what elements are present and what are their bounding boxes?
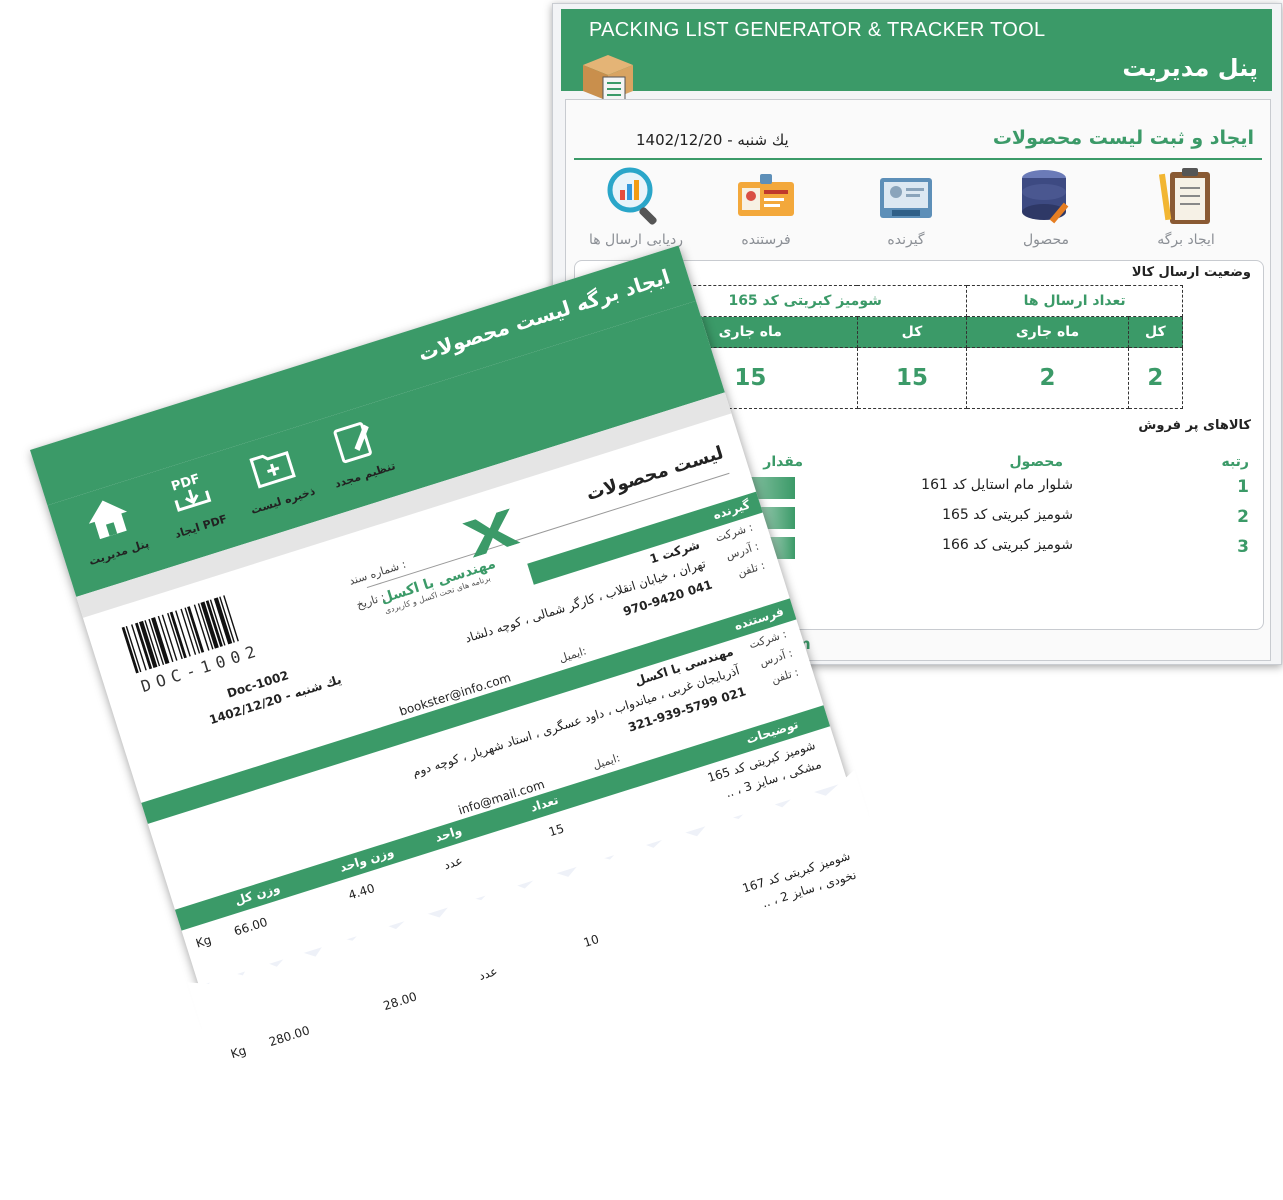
nav-product[interactable]: محصول (996, 166, 1096, 248)
kpi-total-header: کل (856, 316, 968, 348)
date-label: تاریخ : (354, 590, 387, 612)
nav-track-shipments[interactable]: ردیابی ارسال ها (586, 166, 686, 248)
nav-sender[interactable]: فرستنده (716, 166, 816, 248)
nav-label: ردیابی ارسال ها (588, 232, 684, 248)
best-header-qty: مقدار (763, 454, 803, 470)
cell-weight-unit: Kg (194, 932, 214, 951)
brand-logo: مهندسی با اکسل برنامه های تحت اکسل و کار… (379, 508, 539, 616)
nav-label: گیرنده (887, 232, 925, 248)
section-title: ایجاد و ثبت لیست محصولات (992, 127, 1254, 149)
best-seller-rank: 1 (1237, 477, 1249, 497)
sender-address-label: آدرس : (757, 646, 795, 670)
home-button[interactable]: پنل مدیریت (64, 487, 159, 571)
best-seller-rank: 2 (1237, 507, 1249, 527)
cell-weight-unit: Kg (228, 1043, 248, 1062)
save-list-button[interactable]: ذخیره لیست (228, 435, 323, 519)
cell-unit: عدد (476, 963, 500, 984)
cell-unit-weight: 4.40 (346, 881, 377, 903)
col-count: تعداد (528, 792, 561, 815)
sender-phone-label: تلفن : (769, 665, 801, 687)
best-seller-product: شومیز کبریتی کد 166 (942, 537, 1073, 553)
best-seller-rank: 3 (1237, 537, 1249, 557)
package-box-icon (583, 55, 633, 102)
cell-unit: عدد (442, 853, 465, 873)
current-date: يك شنبه - 1402/12/20 (636, 131, 789, 149)
best-header-rank: رتبه (1221, 454, 1249, 470)
section-divider (574, 158, 1262, 160)
cell-unit-weight: 28.00 (381, 989, 419, 1014)
database-icon (1022, 170, 1069, 224)
receiver-phone-label: تلفن : (736, 558, 767, 580)
nav-label: محصول (1022, 232, 1070, 248)
receiver-address-label: آدرس : (724, 539, 761, 563)
best-seller-product: شلوار مام استایل کد 161 (921, 477, 1073, 493)
best-sellers-title: کالاهای پر فروش (1138, 418, 1251, 433)
kpi-total-header: کل (1127, 316, 1184, 348)
cell-count: 15 (546, 821, 566, 840)
status-title: وضعیت ارسال کالا (1131, 265, 1251, 280)
kpi-month-header: ماه جاری (966, 316, 1129, 348)
cell-total-weight: 66.00 (232, 914, 270, 939)
pdf-icon-text: PDF (170, 472, 202, 495)
barcode-bar (121, 626, 139, 674)
best-header-product: محصول (1009, 454, 1063, 470)
receiver-title: گیرنده (711, 497, 752, 523)
reset-button[interactable]: تنظیم مجدد (310, 409, 405, 493)
cell-count: 10 (581, 931, 601, 950)
clipboard-icon (1158, 168, 1210, 224)
receiver-email-label: ایمیل: (557, 644, 589, 666)
panel-title: پنل مدیریت (1122, 54, 1258, 82)
best-seller-product: شومیز کبریتی کد 165 (942, 507, 1073, 523)
nav-create-sheet[interactable]: ایجاد برگه (1136, 166, 1236, 248)
kpi-shipments-month: 2 (966, 347, 1129, 409)
create-pdf-button[interactable]: PDF ایجاد PDF (146, 461, 241, 545)
sender-email-label: ایمیل: (591, 751, 622, 772)
pdf-download-icon: PDF (170, 472, 212, 512)
nav-label: فرستنده (741, 232, 791, 248)
nav-label: ایجاد برگه (1157, 232, 1215, 248)
kpi-shipments-total: 2 (1127, 347, 1184, 409)
magnifier-chart-icon (607, 167, 657, 225)
save-folder-icon (249, 451, 296, 489)
app-title: PACKING LIST GENERATOR & TRACKER TOOL (589, 19, 1046, 41)
col-unit: واحد (433, 823, 464, 845)
id-badge-icon (738, 174, 794, 216)
panel-header: PACKING LIST GENERATOR & TRACKER TOOL پن… (561, 9, 1272, 102)
home-icon (88, 500, 128, 540)
kpi-group-shipments: تعداد ارسال ها (966, 285, 1183, 317)
edit-clipboard-icon (333, 422, 372, 464)
nav-receiver[interactable]: گیرنده (856, 166, 956, 248)
kpi-product-total: 15 (856, 347, 968, 409)
contact-card-icon (880, 178, 932, 218)
